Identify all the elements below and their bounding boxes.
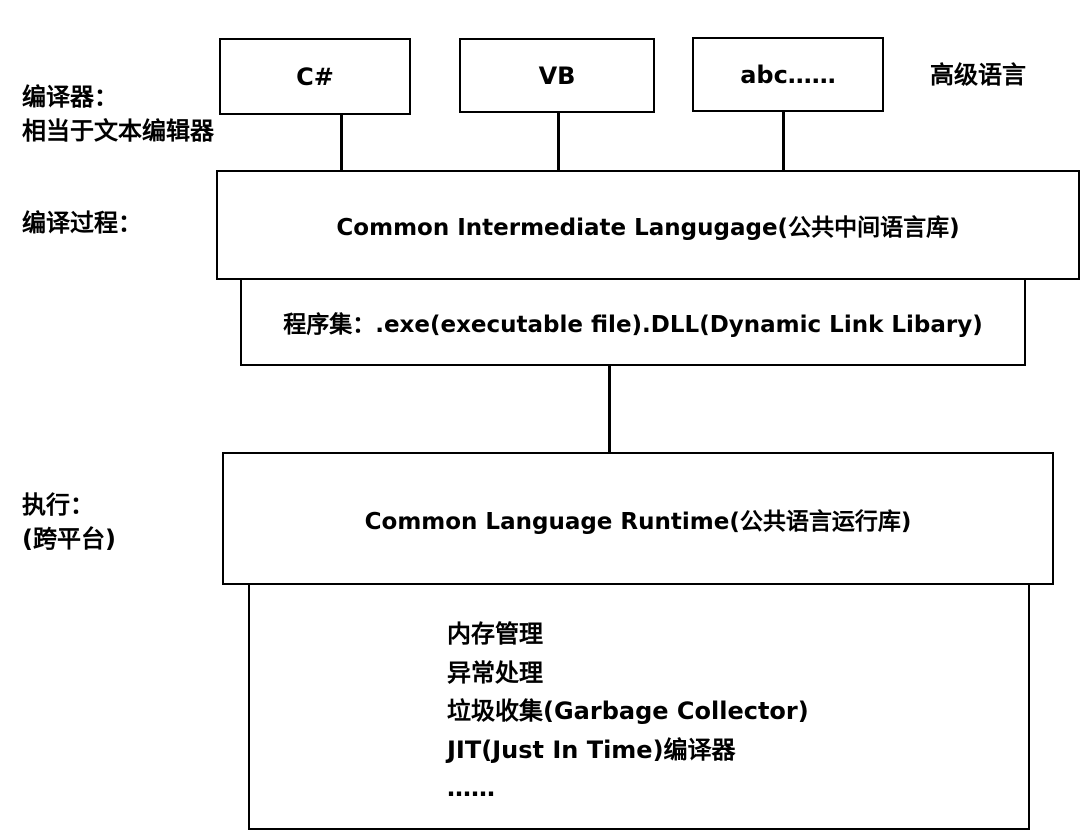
compile-process-label: 编译过程： xyxy=(22,209,142,237)
language-box-csharp: C# xyxy=(219,38,411,115)
connector-abc-cil xyxy=(782,111,785,171)
assembly-label: 程序集：.exe(executable file).DLL(Dynamic Li… xyxy=(283,312,983,338)
feature-jit-compiler: JIT(Just In Time)编译器 xyxy=(447,735,736,764)
compiler-label: 编译器： 相当于文本编辑器 xyxy=(22,80,214,148)
cil-box: Common Intermediate Langugage(公共中间语言库) xyxy=(216,170,1080,280)
feature-exception-handling: 异常处理 xyxy=(447,658,543,687)
clr-architecture-diagram: 编译器： 相当于文本编辑器 编译过程： 执行： (跨平台) 高级语言 C# VB… xyxy=(0,0,1092,839)
execute-label-line1: 执行： xyxy=(22,491,94,519)
clr-label: Common Language Runtime(公共语言运行库) xyxy=(364,508,912,535)
clr-box: Common Language Runtime(公共语言运行库) xyxy=(222,452,1054,585)
connector-assembly-clr xyxy=(608,364,611,454)
language-label-vb: VB xyxy=(538,61,576,90)
language-box-abc: abc…… xyxy=(692,37,884,112)
feature-garbage-collector: 垃圾收集(Garbage Collector) xyxy=(447,697,809,725)
language-box-vb: VB xyxy=(459,38,655,113)
clr-features-list: 内存管理 异常处理 垃圾收集(Garbage Collector) JIT(Ju… xyxy=(447,615,809,808)
execute-label: 执行： (跨平台) xyxy=(22,488,116,556)
compiler-label-line1: 编译器： xyxy=(22,83,118,111)
language-label-abc: abc…… xyxy=(740,60,836,89)
language-label-csharp: C# xyxy=(296,62,334,91)
assembly-box: 程序集：.exe(executable file).DLL(Dynamic Li… xyxy=(240,278,1026,366)
connector-csharp-cil xyxy=(340,114,343,171)
high-level-language-label: 高级语言 xyxy=(930,61,1026,89)
compiler-label-line2: 相当于文本编辑器 xyxy=(22,117,214,145)
connector-vb-cil xyxy=(557,112,560,171)
feature-memory-management: 内存管理 xyxy=(447,620,543,648)
feature-ellipsis: …… xyxy=(447,774,495,802)
cil-label: Common Intermediate Langugage(公共中间语言库) xyxy=(336,215,960,241)
execute-label-line2: (跨平台) xyxy=(22,525,116,553)
